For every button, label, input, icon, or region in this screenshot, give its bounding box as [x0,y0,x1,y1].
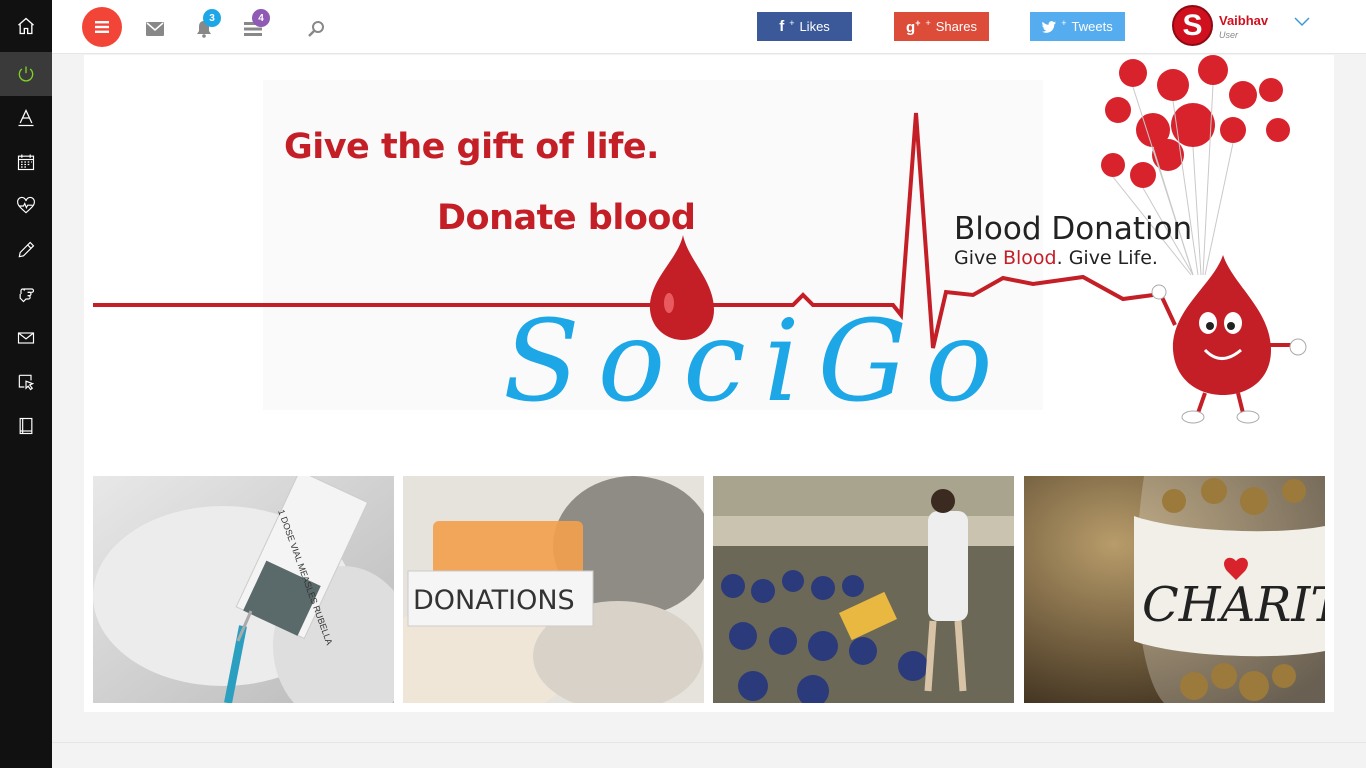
sidebar-item-power[interactable] [0,52,52,96]
plus-icon: + [925,18,931,28]
menu-toggle-button[interactable] [82,7,122,47]
user-role: User [1219,30,1239,40]
donations-box-label: DONATIONS [413,585,575,616]
sidebar-item-book[interactable] [0,404,52,448]
banner-tagline: Give Blood. Give Life. [954,247,1158,269]
hamburger-icon [95,21,109,33]
avatar: S [1172,5,1213,46]
sidebar [0,0,52,768]
school-children-photo[interactable] [713,476,1014,703]
search-icon [308,21,324,37]
calendar-icon [17,154,35,171]
plus-icon: + [1061,18,1067,28]
user-name: Vaibhav [1219,13,1269,28]
text-icon [18,109,34,127]
sidebar-item-select[interactable] [0,360,52,404]
cursor-select-icon [18,374,35,391]
tweets-label: Tweets [1071,19,1113,34]
facebook-likes-button[interactable]: f + Likes [757,12,852,41]
twitter-tweets-button[interactable]: + Tweets [1030,12,1125,41]
main-content: Give the gift of life. Donate blood Bloo… [84,55,1334,712]
home-icon [18,17,34,35]
facebook-icon: f [779,18,785,35]
charity-jar-photo[interactable]: CHARITY [1024,476,1325,703]
heartbeat-icon [17,196,35,214]
charity-jar-label: CHARITY [1142,577,1325,633]
twitter-bird-icon [1042,20,1057,33]
tasks-count-badge: 4 [252,9,270,27]
tagline-part1: Give [954,247,1003,269]
book-icon [19,417,33,435]
power-icon [18,66,34,82]
banner-headline: Give the gift of life. [284,127,659,167]
user-menu[interactable]: S Vaibhav User [1172,5,1332,49]
photo-gallery: 1 DOSE VIAL MEASLES RUBELLA DONATIONS CH… [93,476,1325,703]
vaccine-photo[interactable]: 1 DOSE VIAL MEASLES RUBELLA [93,476,394,703]
sidebar-item-edit[interactable] [0,228,52,272]
banner-subheadline: Donate blood [437,198,696,238]
sidebar-item-text[interactable] [0,96,52,140]
mail-icon [17,332,35,344]
sidebar-item-health[interactable] [0,184,52,228]
sidebar-item-mail[interactable] [0,316,52,360]
shares-label: Shares [935,19,977,34]
search-button[interactable] [305,18,327,40]
notifications-count-badge: 3 [203,9,221,27]
banner-title: Blood Donation [954,211,1193,247]
tasks-button[interactable]: 4 [242,9,270,40]
tagline-highlight: Blood [1002,247,1057,269]
google-plus-icon: g+ [906,17,921,36]
hand-pointer-icon [19,288,35,303]
likes-label: Likes [799,19,830,34]
sidebar-item-home[interactable] [0,0,52,52]
blood-donation-banner: Give the gift of life. Donate blood Bloo… [93,55,1325,465]
socigo-brand-logo: SociGo [503,297,1011,427]
sidebar-item-calendar[interactable] [0,140,52,184]
notifications-button[interactable]: 3 [193,9,221,40]
donations-photo[interactable]: DONATIONS [403,476,704,703]
plus-icon: + [789,18,795,28]
messages-button[interactable] [144,18,166,40]
envelope-icon [146,22,164,36]
tagline-part2: . Give Life. [1056,247,1158,269]
top-navbar: 3 4 f + Likes g+ + Shares + Tweets S Vai… [52,0,1366,54]
sidebar-item-gesture[interactable] [0,272,52,316]
google-plus-shares-button[interactable]: g+ + Shares [894,12,989,41]
chevron-down-icon [1294,17,1310,27]
pencil-icon [18,241,35,258]
footer-divider [52,742,1366,743]
